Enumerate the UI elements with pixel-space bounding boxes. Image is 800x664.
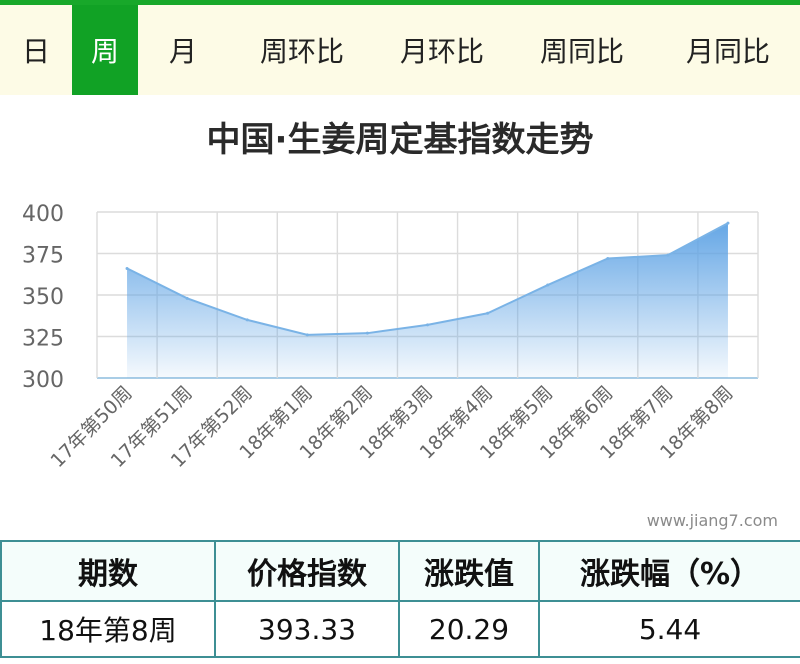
cell-change-value: 20.29 (398, 600, 540, 658)
tab-month[interactable]: 月 (138, 5, 228, 95)
summary-header-row: 期数 价格指数 涨跌值 涨跌幅（%） (0, 540, 800, 602)
tab-day[interactable]: 日 (0, 5, 72, 95)
tab-week[interactable]: 周 (72, 5, 138, 95)
data-point (365, 331, 369, 335)
header-price-index: 价格指数 (214, 540, 400, 602)
header-change-percent: 涨跌幅（%） (538, 540, 800, 602)
period-tab-bar: 日 周 月 周环比 月环比 周同比 月同比 (0, 5, 800, 95)
y-tick-label: 300 (22, 368, 64, 393)
y-tick-label: 350 (22, 285, 64, 310)
y-tick-label: 325 (22, 327, 64, 352)
cell-period: 18年第8周 (0, 600, 216, 658)
data-point (125, 266, 129, 270)
y-tick-label: 375 (22, 244, 64, 269)
data-point (305, 333, 309, 337)
area-chart: 300325350375400 17年第50周17年第51周17年第52周18年… (22, 202, 759, 472)
header-period: 期数 (0, 540, 216, 602)
table-row: 18年第8周 393.33 20.29 5.44 (0, 600, 800, 658)
data-point (245, 318, 249, 322)
chart-title: 中国·生姜周定基指数走势 (206, 120, 594, 160)
data-point (185, 296, 189, 300)
header-change-value: 涨跌值 (398, 540, 540, 602)
summary-table: 期数 价格指数 涨跌值 涨跌幅（%） 18年第8周 393.33 20.29 5… (0, 540, 800, 658)
data-point (486, 311, 490, 315)
watermark: www.jiang7.com (646, 511, 778, 530)
cell-price-index: 393.33 (214, 600, 400, 658)
tab-month-over-month[interactable]: 月环比 (376, 5, 508, 95)
data-point (666, 253, 670, 257)
data-point (726, 221, 730, 225)
tab-week-year-over-year[interactable]: 周同比 (508, 5, 656, 95)
y-tick-label: 400 (22, 202, 64, 227)
data-point (426, 323, 429, 327)
cell-change-percent: 5.44 (538, 600, 800, 658)
data-point (546, 283, 550, 287)
tab-month-year-over-year[interactable]: 月同比 (656, 5, 800, 95)
tab-week-over-week[interactable]: 周环比 (228, 5, 376, 95)
data-point (606, 256, 610, 260)
